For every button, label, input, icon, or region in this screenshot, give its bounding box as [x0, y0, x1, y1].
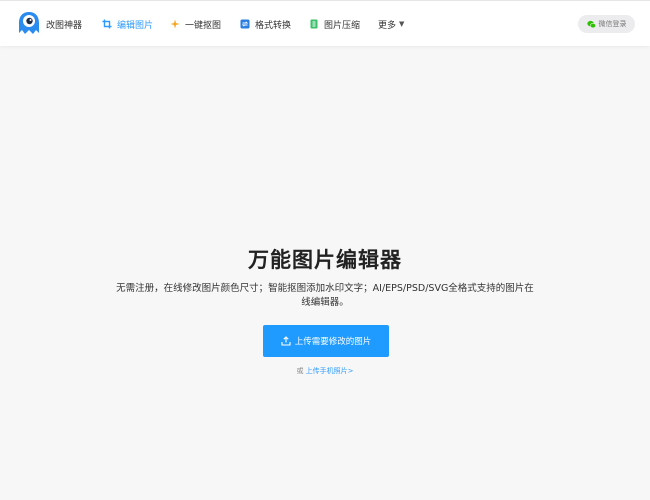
nav-more-label: 更多 [378, 20, 397, 31]
nav-compress-label: 图片压缩 [324, 20, 361, 31]
wechat-icon [586, 20, 596, 28]
upload-image-label: 上传需要修改的图片 [294, 337, 372, 347]
wechat-login-label: 微信登录 [598, 20, 627, 28]
compress-icon [310, 19, 318, 29]
crop-icon [102, 19, 112, 29]
nav-edit-image[interactable]: 编辑图片 [102, 1, 153, 47]
sparkle-icon [170, 19, 180, 29]
nav-more[interactable]: 更多 ▼ [378, 1, 404, 47]
nav-cutout[interactable]: 一键抠图 [170, 1, 221, 47]
mobile-upload-line: 或 上传手机照片> [0, 366, 650, 376]
page-description: 无需注册，在线修改图片颜色尺寸；智能抠图添加水印文字；AI/EPS/PSD/SV… [116, 283, 534, 308]
caret-down-icon: ▼ [399, 20, 405, 28]
logo[interactable]: 改图神器 [17, 11, 82, 37]
nav-format-convert[interactable]: 格式转换 [240, 1, 291, 47]
page-title: 万能图片编辑器 [248, 248, 402, 272]
convert-icon [240, 19, 250, 29]
nav-compress[interactable]: 图片压缩 [309, 1, 360, 47]
nav-edit-image-label: 编辑图片 [117, 20, 154, 31]
logo-text: 改图神器 [46, 20, 83, 31]
nav-format-convert-label: 格式转换 [255, 20, 292, 31]
mobile-upload-prefix: 或 [296, 367, 304, 375]
mobile-upload-link[interactable]: 上传手机照片> [306, 367, 354, 375]
top-navbar: 改图神器 编辑图片 一键抠图 格式转换 图片压缩 更多 ▼ 微信登录 [0, 0, 650, 46]
upload-icon [281, 336, 291, 346]
nav-cutout-label: 一键抠图 [185, 20, 222, 31]
logo-mascot-icon [19, 12, 39, 34]
wechat-login-button[interactable]: 微信登录 [578, 15, 635, 33]
upload-image-button[interactable]: 上传需要修改的图片 [263, 325, 389, 357]
